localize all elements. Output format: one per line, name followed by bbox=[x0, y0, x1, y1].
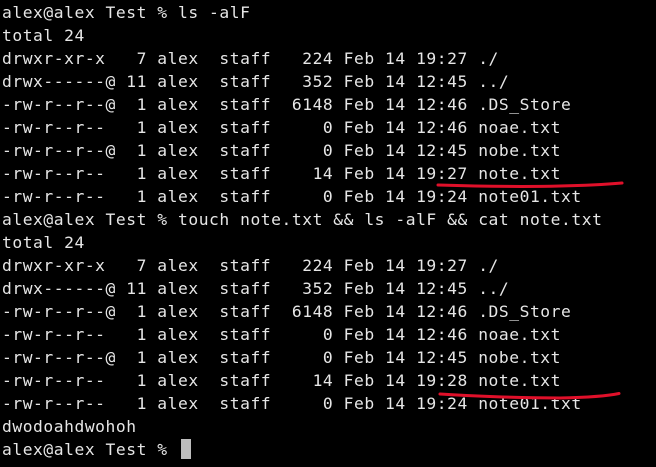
output-line: -rw-r--r--@ 1 alex staff 0 Feb 14 12:45 … bbox=[2, 141, 562, 160]
command-line-touch: alex@alex Test % touch note.txt && ls -a… bbox=[2, 210, 603, 229]
terminal-output: alex@alex Test % ls -alF total 24 drwxr-… bbox=[2, 1, 602, 461]
terminal-window[interactable]: alex@alex Test % ls -alF total 24 drwxr-… bbox=[0, 0, 656, 467]
output-line-note-after: -rw-r--r-- 1 alex staff 14 Feb 14 19:28 … bbox=[2, 371, 562, 390]
prompt-text: alex@alex Test % bbox=[2, 440, 178, 459]
command-line-ls: alex@alex Test % ls -alF bbox=[2, 3, 251, 22]
output-line: drwx------@ 11 alex staff 352 Feb 14 12:… bbox=[2, 279, 510, 298]
prompt-line[interactable]: alex@alex Test % bbox=[2, 438, 602, 461]
output-line: drwx------@ 11 alex staff 352 Feb 14 12:… bbox=[2, 72, 510, 91]
output-line: -rw-r--r-- 1 alex staff 0 Feb 14 19:24 n… bbox=[2, 187, 582, 206]
text-cursor bbox=[181, 439, 191, 459]
output-line: -rw-r--r--@ 1 alex staff 6148 Feb 14 12:… bbox=[2, 95, 572, 114]
output-line: -rw-r--r-- 1 alex staff 0 Feb 14 12:46 n… bbox=[2, 118, 562, 137]
output-line: -rw-r--r--@ 1 alex staff 6148 Feb 14 12:… bbox=[2, 302, 572, 321]
output-line: drwxr-xr-x 7 alex staff 224 Feb 14 19:27… bbox=[2, 256, 499, 275]
output-line-note-before: -rw-r--r-- 1 alex staff 14 Feb 14 19:27 … bbox=[2, 164, 562, 183]
output-line: -rw-r--r--@ 1 alex staff 0 Feb 14 12:45 … bbox=[2, 348, 562, 367]
output-line: total 24 bbox=[2, 26, 85, 45]
output-line: -rw-r--r-- 1 alex staff 0 Feb 14 19:24 n… bbox=[2, 394, 582, 413]
cat-output-line: dwodoahdwohoh bbox=[2, 417, 137, 436]
output-line: drwxr-xr-x 7 alex staff 224 Feb 14 19:27… bbox=[2, 49, 499, 68]
output-line: total 24 bbox=[2, 233, 85, 252]
output-line: -rw-r--r-- 1 alex staff 0 Feb 14 12:46 n… bbox=[2, 325, 562, 344]
